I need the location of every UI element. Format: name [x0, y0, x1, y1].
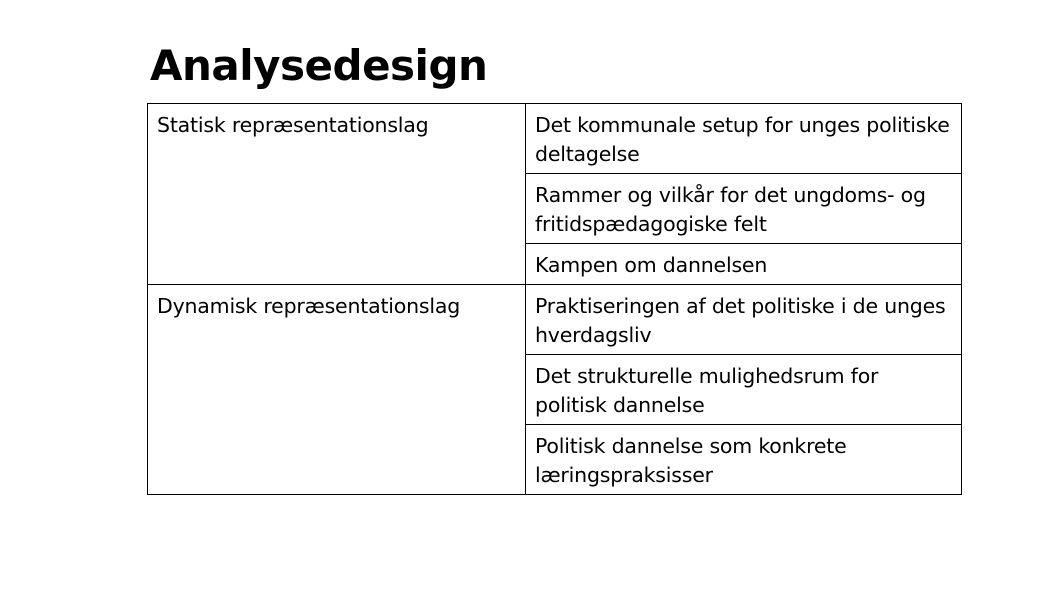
- item-cell: Det kommunale setup for unges politiske …: [525, 103, 962, 174]
- analysis-design-table: Statisk repræsentationslag Det kommunale…: [147, 103, 962, 495]
- table-row: Statisk repræsentationslag Det kommunale…: [147, 103, 962, 285]
- table-row: Dynamisk repræsentationslag Praktisering…: [147, 284, 962, 495]
- item-cell: Kampen om dannelsen: [525, 243, 962, 285]
- item-cell: Praktiseringen af det politiske i de ung…: [525, 284, 962, 355]
- item-cell: Det strukturelle mulighedsrum for politi…: [525, 354, 962, 425]
- group-label-cell: Statisk repræsentationslag: [147, 103, 526, 285]
- slide-title: Analysedesign: [150, 41, 488, 90]
- item-cell: Rammer og vilkår for det ungdoms- og fri…: [525, 173, 962, 244]
- item-cell: Politisk dannelse som konkrete læringspr…: [525, 424, 962, 495]
- group-label-cell: Dynamisk repræsentationslag: [147, 284, 526, 495]
